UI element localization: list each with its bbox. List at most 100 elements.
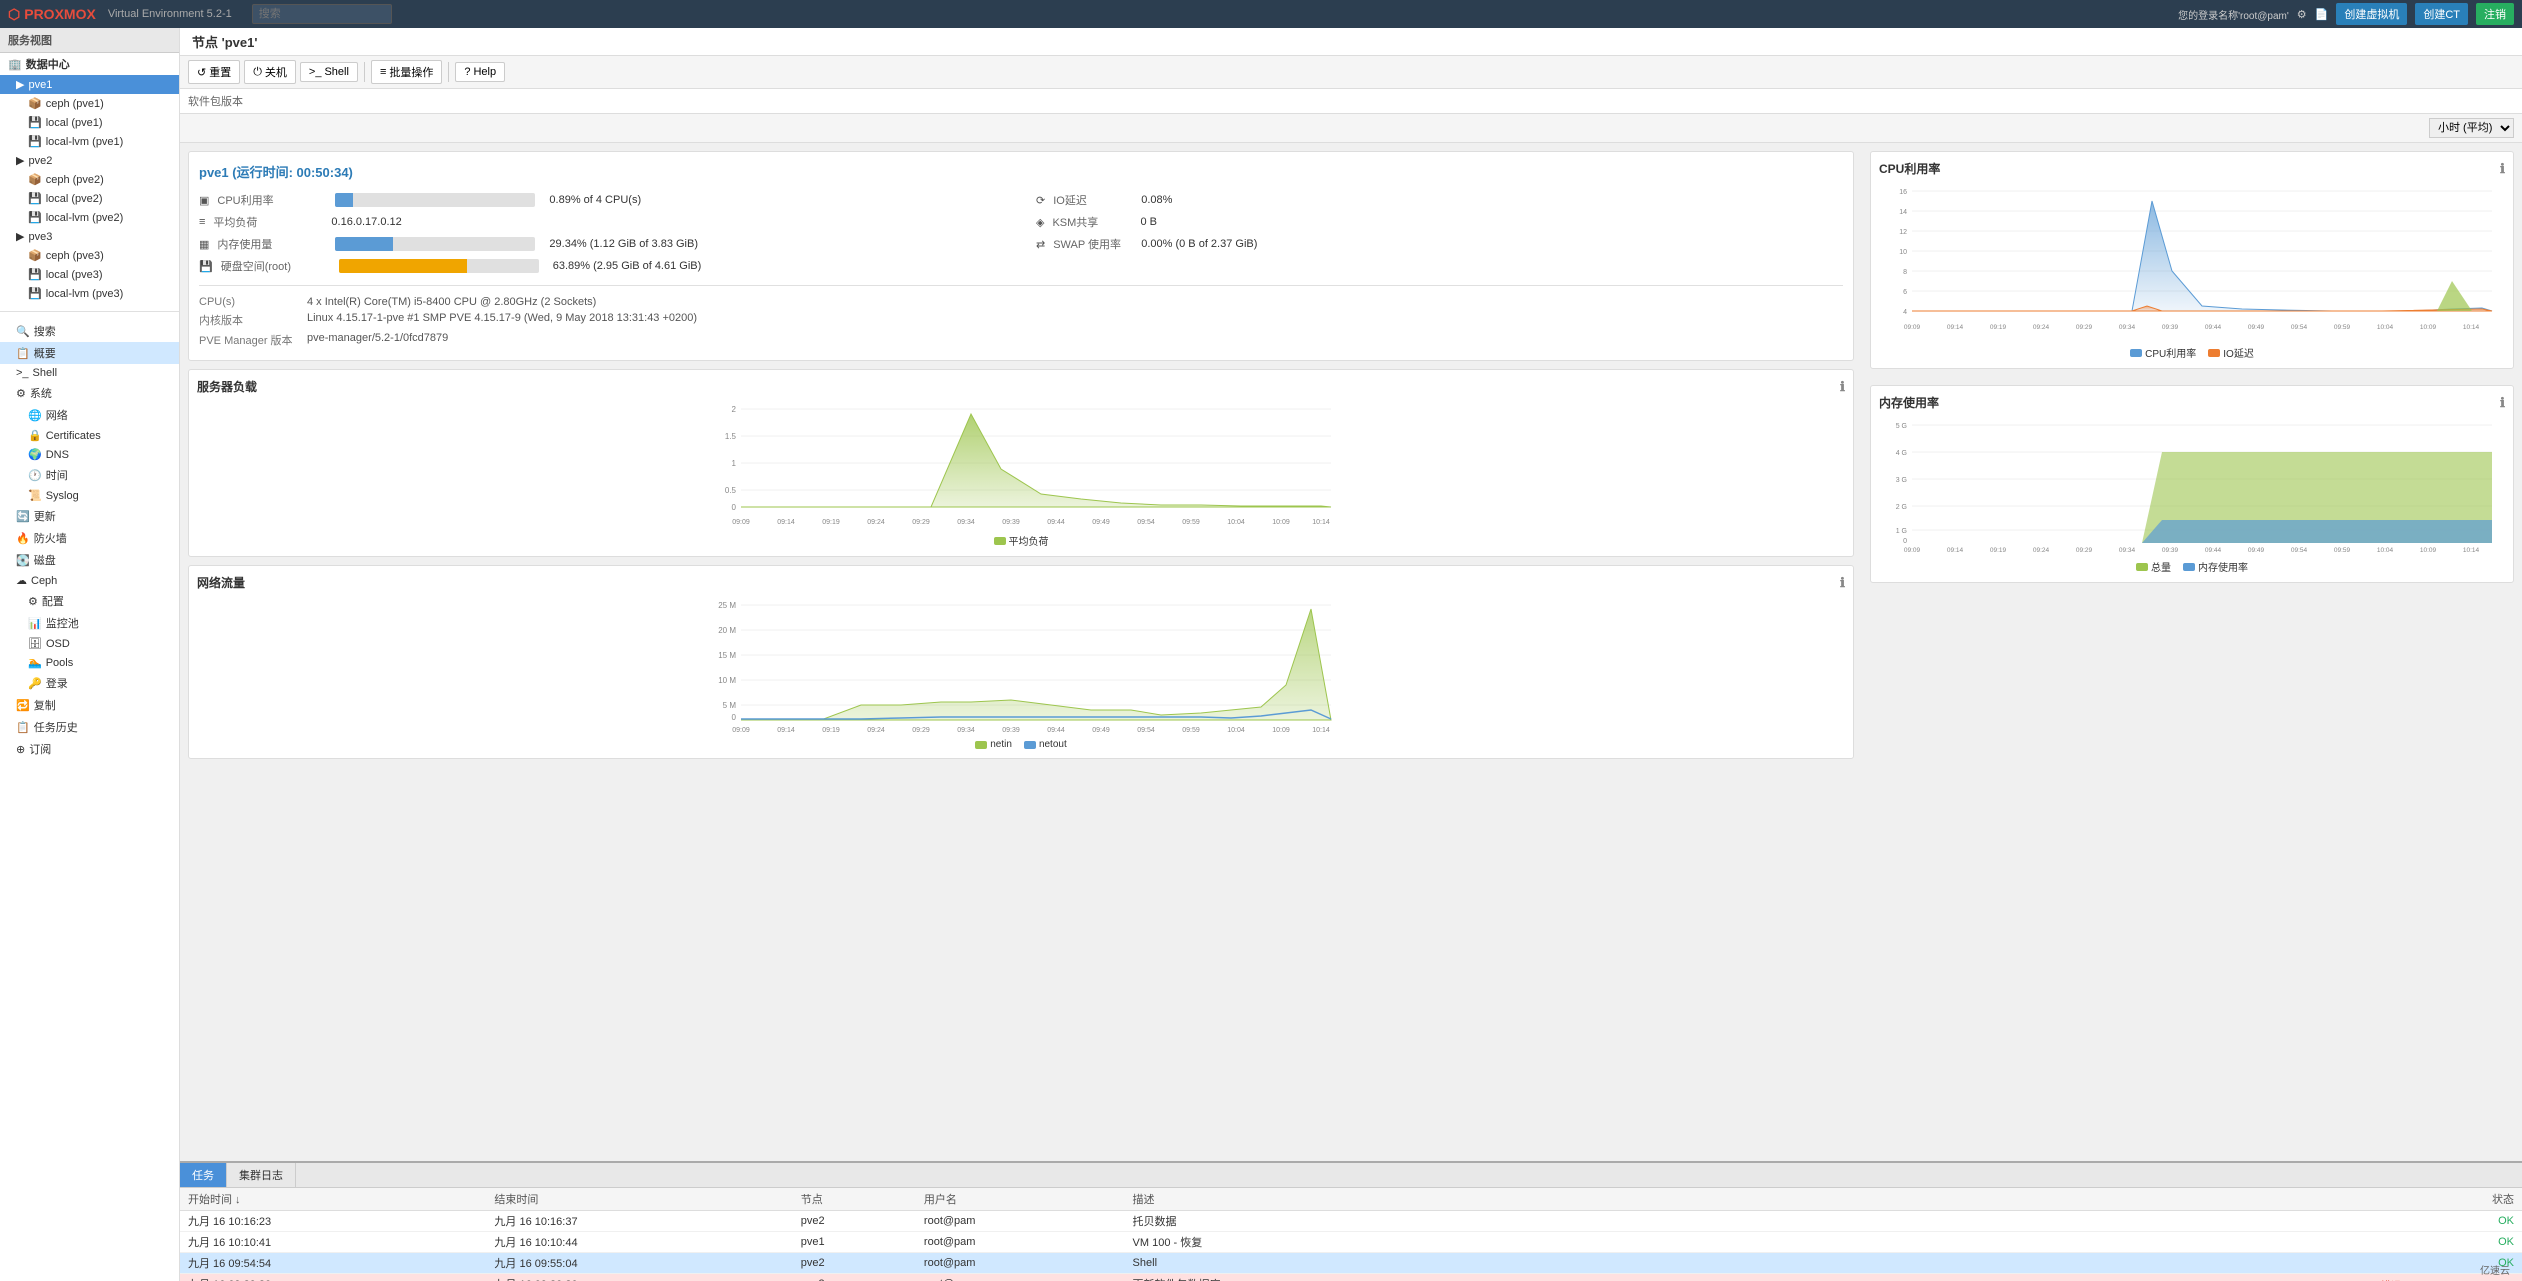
cell-start-time: 九月 16 10:16:23: [180, 1211, 486, 1232]
total-mem-legend-dot: [2136, 563, 2148, 571]
bottom-tabs: 任务 集群日志: [180, 1163, 2522, 1188]
sidebar-menu-updates[interactable]: 🔄 更新: [0, 505, 179, 527]
sidebar-menu-ceph-login[interactable]: 🔑 登录: [0, 672, 179, 694]
th-node[interactable]: 节点: [793, 1188, 916, 1211]
mem-row: ▦ 内存使用量 29.34% (1.12 GiB of 3.83 GiB): [199, 233, 1006, 255]
memory-help-icon[interactable]: ℹ: [2500, 395, 2505, 411]
sidebar-item-locallvm-pve2[interactable]: 💾 local-lvm (pve2): [0, 208, 179, 227]
sidebar-menu-subscription[interactable]: ⊕ 订阅: [0, 738, 179, 760]
vm-icon-ceph3: 📦: [28, 249, 42, 262]
shell-button[interactable]: >_ Shell: [300, 62, 358, 82]
app-header: ⬡ PROXMOX Virtual Environment 5.2-1 您的登录…: [0, 0, 2522, 28]
create-ct-button[interactable]: 创建CT: [2415, 3, 2468, 25]
cpu-svg: 16 14 12 10 8 6 4: [1879, 181, 2505, 341]
sidebar-menu-summary[interactable]: 📋 概要: [0, 342, 179, 364]
svg-text:10:14: 10:14: [1312, 727, 1330, 734]
shutdown-button[interactable]: ⏻ 关机: [244, 60, 296, 84]
bottom-tab-tasks[interactable]: 任务: [180, 1163, 227, 1187]
sidebar-menu-ceph-monitor[interactable]: 📊 监控池: [0, 612, 179, 634]
updates-label: 更新: [34, 508, 56, 524]
sidebar-menu-system[interactable]: ⚙ 系统: [0, 382, 179, 404]
sidebar-menu-taskhistory[interactable]: 📋 任务历史: [0, 716, 179, 738]
cell-user: root@pam: [916, 1253, 1125, 1274]
sidebar-item-locallvm-pve1[interactable]: 💾 local-lvm (pve1): [0, 132, 179, 151]
sidebar-menu-disks[interactable]: 💽 磁盘: [0, 549, 179, 571]
svg-text:09:49: 09:49: [1092, 519, 1110, 526]
server-load-help-icon[interactable]: ℹ: [1840, 379, 1845, 395]
sidebar-item-ceph-pve2[interactable]: 📦 ceph (pve2): [0, 170, 179, 189]
pve2-label: pve2: [28, 155, 52, 167]
cell-user: root@pam: [916, 1232, 1125, 1253]
sidebar-menu-ceph-pools[interactable]: 🏊 Pools: [0, 653, 179, 672]
th-end-time[interactable]: 结束时间: [486, 1188, 792, 1211]
sidebar-item-locallvm-pve3[interactable]: 💾 local-lvm (pve3): [0, 284, 179, 303]
logout-button[interactable]: 注销: [2476, 3, 2514, 25]
svg-text:09:09: 09:09: [732, 727, 750, 734]
table-row[interactable]: 九月 16 10:10:41 九月 16 10:10:44 pve1 root@…: [180, 1232, 2522, 1253]
summary-icon: 📋: [16, 347, 30, 360]
sidebar-menu-shell[interactable]: >_ Shell: [0, 364, 179, 382]
search-icon: 🔍: [16, 325, 30, 338]
memory-chart: 内存使用率 ℹ 5 G 4 G: [1870, 385, 2514, 583]
time-selector-select[interactable]: 小时 (平均) 天 (平均) 周 (平均) 月 (平均) 年 (平均): [2429, 118, 2514, 138]
sidebar-menu-firewall[interactable]: 🔥 防火墙: [0, 527, 179, 549]
svg-text:0: 0: [1903, 538, 1907, 545]
time-label: 时间: [46, 467, 68, 483]
bulk-button[interactable]: ≡ 批量操作: [371, 60, 442, 84]
sidebar-item-pve2[interactable]: ▶ pve2: [0, 151, 179, 170]
sidebar-item-local-pve3[interactable]: 💾 local (pve3): [0, 265, 179, 284]
gear-icon[interactable]: ⚙: [2297, 8, 2307, 21]
th-desc[interactable]: 描述: [1125, 1188, 2062, 1211]
sidebar-menu-time[interactable]: 🕐 时间: [0, 464, 179, 486]
system-label: 系统: [30, 385, 52, 401]
legend-io-delay: IO延迟: [2208, 345, 2254, 360]
cell-start-time: 九月 16 09:54:54: [180, 1253, 486, 1274]
table-row[interactable]: 九月 16 10:16:23 九月 16 10:16:37 pve2 root@…: [180, 1211, 2522, 1232]
sidebar-menu-dns[interactable]: 🌍 DNS: [0, 445, 179, 464]
node-icon-pve1: ▶: [16, 78, 24, 91]
sidebar-menu-ceph[interactable]: ☁ Ceph: [0, 571, 179, 590]
sidebar-menu-network[interactable]: 🌐 网络: [0, 404, 179, 426]
sidebar-item-local-pve2[interactable]: 💾 local (pve2): [0, 189, 179, 208]
sidebar-menu-certs[interactable]: 🔒 Certificates: [0, 426, 179, 445]
svg-text:0.5: 0.5: [725, 486, 737, 495]
sidebar-item-pve1[interactable]: ▶ pve1: [0, 75, 179, 94]
th-user[interactable]: 用户名: [916, 1188, 1125, 1211]
cell-end-time: 九月 16 10:10:44: [486, 1232, 792, 1253]
mem-progress-bar: [335, 237, 393, 251]
svg-text:2 G: 2 G: [1896, 504, 1907, 511]
network-help-icon[interactable]: ℹ: [1840, 575, 1845, 591]
th-start-time[interactable]: 开始时间 ↓: [180, 1188, 486, 1211]
bottom-tab-cluster-log[interactable]: 集群日志: [227, 1163, 296, 1187]
svg-text:10:04: 10:04: [1227, 519, 1245, 526]
left-panel: pve1 (运行时间: 00:50:34) ▣ CPU利用率 0.89%: [180, 143, 1862, 1161]
svg-text:09:24: 09:24: [2033, 547, 2050, 554]
shell-toolbar-icon: >_: [309, 66, 322, 78]
th-status[interactable]: 状态: [2061, 1188, 2522, 1211]
doc-icon[interactable]: 📄: [2315, 8, 2329, 21]
cell-start-time: 九月 16 10:10:41: [180, 1232, 486, 1253]
sidebar-item-local-pve1[interactable]: 💾 local (pve1): [0, 113, 179, 132]
svg-text:09:49: 09:49: [1092, 727, 1110, 734]
svg-text:1.5: 1.5: [725, 432, 737, 441]
table-row[interactable]: 九月 16 09:29:30 九月 16 09:30:30 pve3 root@…: [180, 1274, 2522, 1281]
sidebar-item-datacenter[interactable]: 🏢 数据中心: [0, 53, 179, 75]
sidebar-item-ceph-pve1[interactable]: 📦 ceph (pve1): [0, 94, 179, 113]
sidebar-menu-replication[interactable]: 🔁 复制: [0, 694, 179, 716]
local-pve3-label: local (pve3): [46, 269, 103, 281]
sidebar-menu-ceph-osd[interactable]: 🗄 OSD: [0, 634, 179, 653]
sidebar-menu-search[interactable]: 🔍 搜索: [0, 320, 179, 342]
shell-toolbar-label: Shell: [324, 66, 348, 78]
help-button[interactable]: ? Help: [455, 62, 505, 82]
table-row[interactable]: 九月 16 09:54:54 九月 16 09:55:04 pve2 root@…: [180, 1253, 2522, 1274]
cpu-help-icon[interactable]: ℹ: [2500, 161, 2505, 177]
create-vm-button[interactable]: 创建虚拟机: [2336, 3, 2407, 25]
sidebar-item-ceph-pve3[interactable]: 📦 ceph (pve3): [0, 246, 179, 265]
pools-icon: 🏊: [28, 656, 42, 669]
search-input[interactable]: [252, 4, 392, 24]
disk-progress-bar: [339, 259, 467, 273]
reset-button[interactable]: ↺ 重置: [188, 60, 240, 84]
sidebar-item-pve3[interactable]: ▶ pve3: [0, 227, 179, 246]
sidebar-menu-syslog[interactable]: 📜 Syslog: [0, 486, 179, 505]
sidebar-menu-ceph-config[interactable]: ⚙ 配置: [0, 590, 179, 612]
